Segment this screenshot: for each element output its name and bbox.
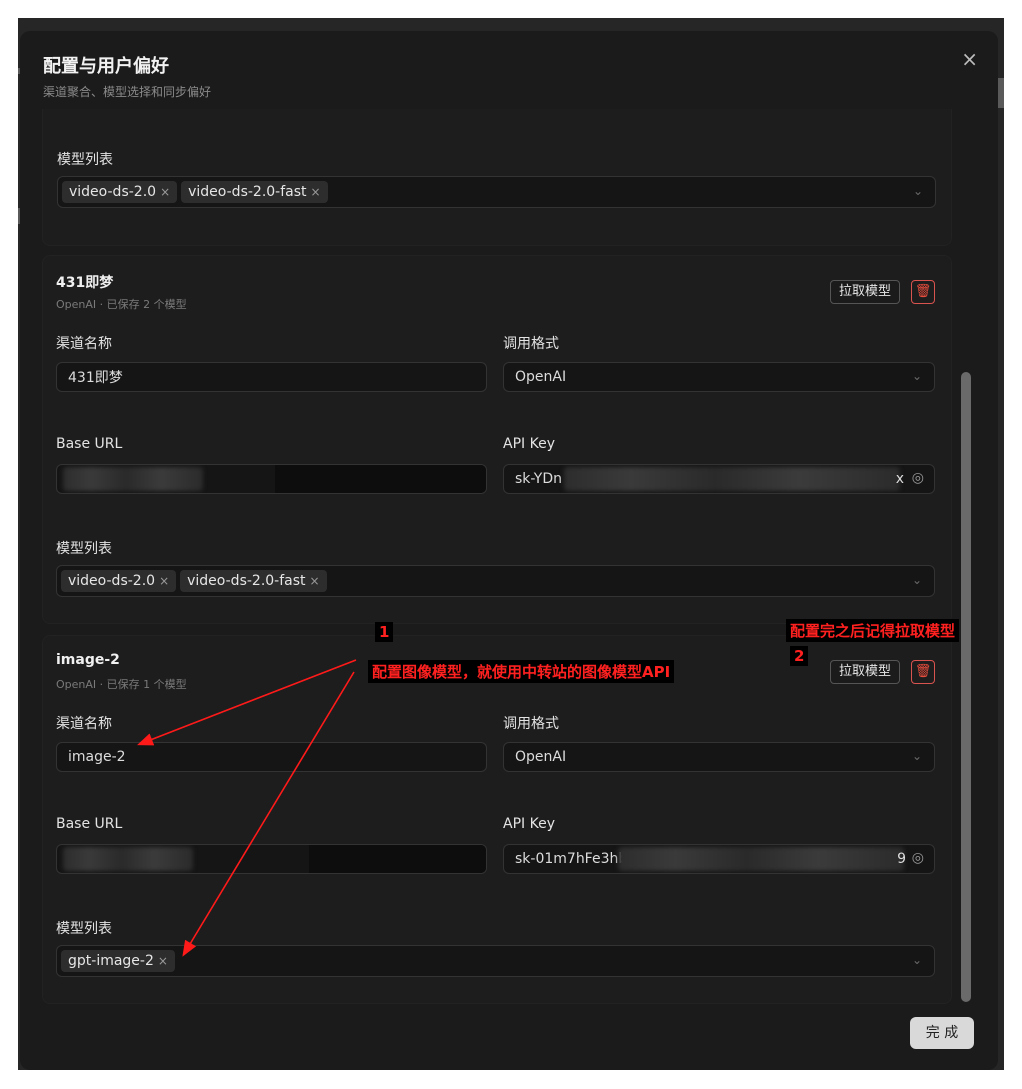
redacted-url bbox=[63, 467, 203, 491]
chevron-down-icon[interactable]: ⌄ bbox=[912, 573, 922, 587]
model-tag-label: gpt-image-2 bbox=[68, 953, 154, 969]
chevron-down-icon: ⌄ bbox=[911, 369, 922, 383]
model-list-label: 模型列表 bbox=[56, 921, 112, 937]
model-tags-select[interactable]: video-ds-2.0 × video-ds-2.0-fast × ⌄ bbox=[56, 565, 935, 597]
api-key-input[interactable]: sk-01m7hFe3hb 9 ◎ bbox=[503, 844, 935, 874]
chevron-down-icon[interactable]: ⌄ bbox=[912, 953, 922, 967]
model-tag-label: video-ds-2.0-fast bbox=[187, 573, 306, 589]
call-format-value: OpenAI bbox=[515, 749, 567, 765]
chevron-down-icon[interactable]: ⌄ bbox=[913, 184, 923, 198]
channel-meta: OpenAI · 已保存 2 个模型 bbox=[56, 298, 187, 311]
channel-name-input[interactable]: image-2 bbox=[56, 742, 487, 772]
channel-list: 模型列表 video-ds-2.0 × video-ds-2.0-fast × ⌄ … bbox=[42, 109, 962, 1009]
model-tag: video-ds-2.0 × bbox=[61, 570, 177, 592]
dialog-title: 配置与用户偏好 bbox=[43, 56, 169, 77]
model-tag-label: video-ds-2.0 bbox=[68, 573, 156, 589]
call-format-select[interactable]: OpenAI ⌄ bbox=[503, 742, 935, 772]
model-tags-select[interactable]: video-ds-2.0 × video-ds-2.0-fast × ⌄ bbox=[57, 176, 936, 208]
api-key-label: API Key bbox=[503, 816, 555, 832]
model-tag-label: video-ds-2.0 bbox=[69, 184, 157, 200]
redacted-area bbox=[275, 465, 486, 493]
scrollbar-thumb[interactable] bbox=[961, 372, 971, 1002]
tag-remove-icon[interactable]: × bbox=[311, 185, 321, 199]
pull-models-button[interactable]: 拉取模型 bbox=[830, 660, 901, 684]
model-tag: video-ds-2.0-fast × bbox=[181, 181, 328, 203]
channel-title: image-2 bbox=[56, 652, 120, 668]
channel-title: 431即梦 bbox=[56, 275, 114, 291]
settings-dialog: 配置与用户偏好 渠道聚合、模型选择和同步偏好 × 模型列表 video-ds-2… bbox=[20, 31, 998, 1070]
pull-models-button[interactable]: 拉取模型 bbox=[830, 280, 901, 304]
tag-remove-icon[interactable]: × bbox=[158, 954, 168, 968]
model-list-label: 模型列表 bbox=[56, 541, 112, 557]
base-url-label: Base URL bbox=[56, 436, 123, 452]
channel-meta: OpenAI · 已保存 1 个模型 bbox=[56, 678, 187, 691]
tag-remove-icon[interactable]: × bbox=[160, 185, 170, 199]
close-icon[interactable]: × bbox=[961, 49, 978, 69]
api-key-prefix: sk-YDn bbox=[515, 471, 562, 487]
call-format-value: OpenAI bbox=[515, 369, 567, 385]
channel-card-431: 431即梦 OpenAI · 已保存 2 个模型 拉取模型 🗑 渠道名称 调用格… bbox=[42, 255, 952, 624]
api-key-input[interactable]: sk-YDn x ◎ bbox=[503, 464, 935, 494]
base-url-label: Base URL bbox=[56, 816, 123, 832]
redacted-key bbox=[564, 467, 900, 491]
redacted-url bbox=[63, 847, 193, 871]
redacted-key bbox=[618, 847, 904, 871]
annotation-number-1: 1 bbox=[375, 622, 394, 642]
delete-channel-button[interactable]: 🗑 bbox=[911, 280, 935, 304]
eye-icon[interactable]: ◎ bbox=[912, 470, 924, 486]
api-key-prefix: sk-01m7hFe3hb bbox=[515, 851, 628, 867]
channel-name-input[interactable]: 431即梦 bbox=[56, 362, 487, 392]
annotation-text-1: 配置图像模型，就使用中转站的图像模型API bbox=[368, 660, 675, 683]
model-tag: video-ds-2.0 × bbox=[62, 181, 178, 203]
base-url-input[interactable] bbox=[56, 844, 487, 874]
model-tag-label: video-ds-2.0-fast bbox=[188, 184, 307, 200]
api-key-suffix: 9 bbox=[897, 851, 906, 867]
call-format-label: 调用格式 bbox=[503, 716, 559, 732]
api-key-label: API Key bbox=[503, 436, 555, 452]
api-key-suffix: x bbox=[895, 471, 904, 487]
model-tag: gpt-image-2 × bbox=[61, 950, 175, 972]
trash-icon: 🗑 bbox=[914, 284, 932, 299]
channel-name-label: 渠道名称 bbox=[56, 716, 112, 732]
base-url-input[interactable] bbox=[56, 464, 487, 494]
backdrop-mark bbox=[998, 78, 1004, 108]
delete-channel-button[interactable]: 🗑 bbox=[911, 660, 935, 684]
tag-remove-icon[interactable]: × bbox=[159, 574, 169, 588]
annotation-text-2: 配置完之后记得拉取模型 bbox=[786, 619, 960, 642]
model-tag: video-ds-2.0-fast × bbox=[180, 570, 327, 592]
call-format-label: 调用格式 bbox=[503, 336, 559, 352]
channel-card-previous: 模型列表 video-ds-2.0 × video-ds-2.0-fast × ⌄ bbox=[42, 109, 952, 246]
dialog-subtitle: 渠道聚合、模型选择和同步偏好 bbox=[43, 85, 212, 99]
redacted-area bbox=[309, 845, 486, 873]
trash-icon: 🗑 bbox=[914, 664, 932, 679]
channel-name-label: 渠道名称 bbox=[56, 336, 112, 352]
model-tags-select[interactable]: gpt-image-2 × ⌄ bbox=[56, 945, 935, 977]
eye-icon[interactable]: ◎ bbox=[912, 850, 924, 866]
done-button[interactable]: 完 成 bbox=[910, 1017, 974, 1049]
call-format-select[interactable]: OpenAI ⌄ bbox=[503, 362, 935, 392]
tag-remove-icon[interactable]: × bbox=[310, 574, 320, 588]
model-list-label: 模型列表 bbox=[57, 152, 113, 168]
chevron-down-icon: ⌄ bbox=[911, 749, 922, 763]
channel-card-image-2: image-2 OpenAI · 已保存 1 个模型 拉取模型 🗑 渠道名称 调… bbox=[42, 635, 952, 1004]
annotation-number-2: 2 bbox=[790, 646, 809, 666]
